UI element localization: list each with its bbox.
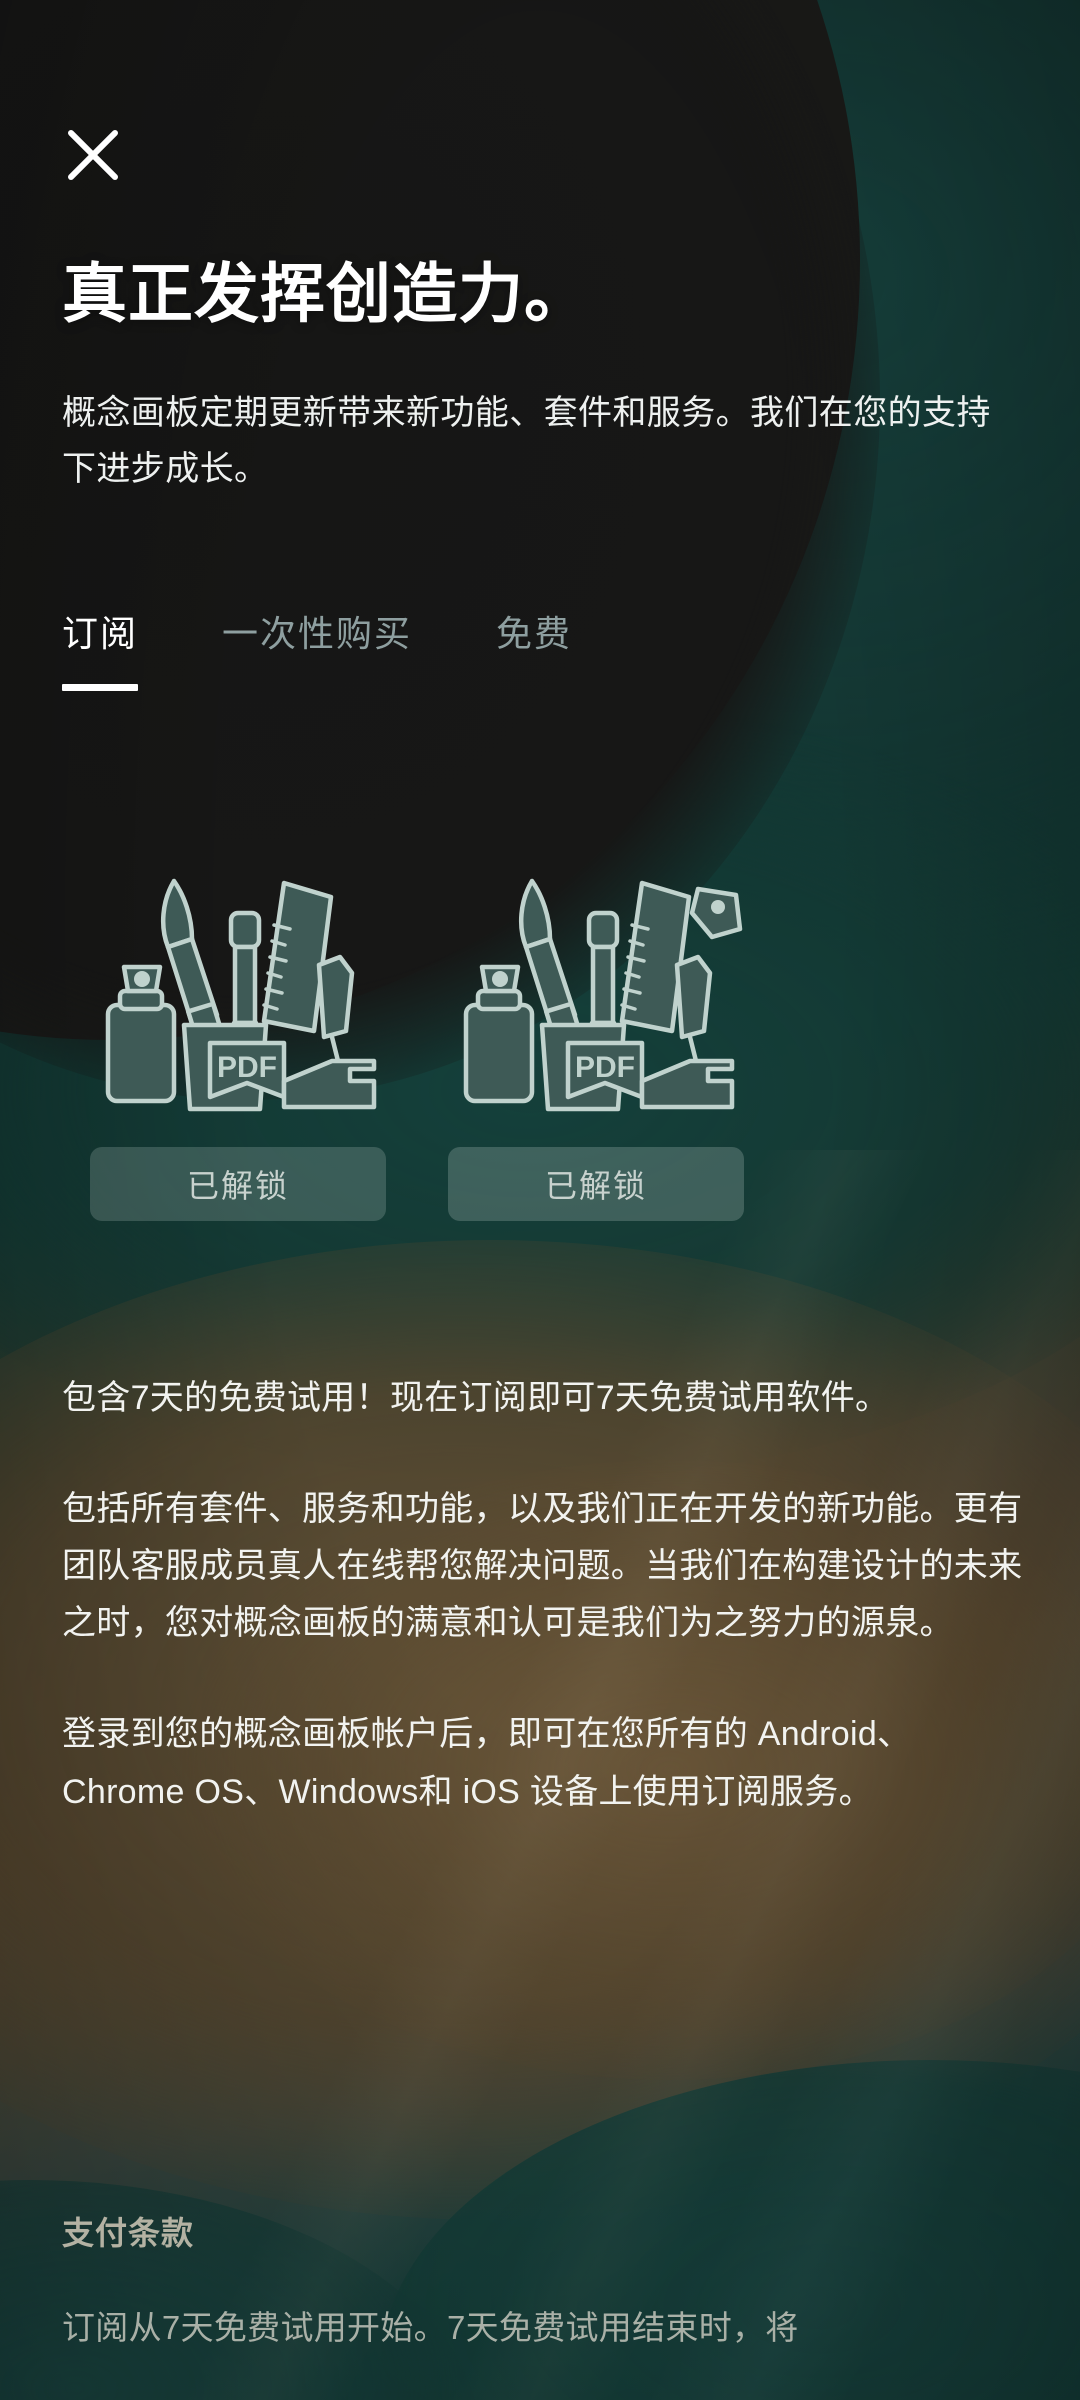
product-card[interactable]: PDF 已解锁 bbox=[88, 855, 388, 1221]
close-button[interactable] bbox=[56, 118, 130, 192]
product-card-list: PDF 已解锁 PDF 已解锁 bbox=[88, 855, 746, 1221]
tab-one-time-purchase[interactable]: 一次性购买 bbox=[222, 605, 412, 691]
page-title: 真正发挥创造力。 bbox=[62, 257, 591, 330]
payment-terms-text: 订阅从7天免费试用开始。7天免费试用结束时，将 bbox=[62, 2309, 799, 2346]
tab-subscription[interactable]: 订阅 bbox=[62, 605, 139, 691]
toolkit-with-tag-illustration: PDF bbox=[446, 855, 746, 1125]
description-paragraph-devices: 登录到您的概念画板帐户后，即可在您所有的 Android、Chrome OS、W… bbox=[62, 1715, 912, 1811]
product-card[interactable]: PDF 已解锁 bbox=[446, 855, 746, 1221]
tab-free[interactable]: 免费 bbox=[496, 605, 572, 691]
tab-free-label: 免费 bbox=[496, 613, 573, 654]
tab-subscription-label: 订阅 bbox=[62, 613, 139, 654]
unlock-status-button[interactable]: 已解锁 bbox=[90, 1147, 386, 1221]
unlock-status-button[interactable]: 已解锁 bbox=[448, 1147, 744, 1221]
description-paragraph-trial: 包含7天的免费试用！现在订阅即可7天免费试用软件。 bbox=[62, 1379, 890, 1417]
price-tag-icon bbox=[689, 886, 743, 940]
payment-terms-heading: 支付条款 bbox=[62, 2215, 195, 2251]
tab-active-underline bbox=[62, 684, 139, 691]
purchase-tabs: 订阅 一次性购买 免费 bbox=[62, 605, 1022, 691]
unlock-status-label: 已解锁 bbox=[544, 1168, 647, 1204]
close-icon bbox=[62, 124, 124, 186]
page-subtitle: 概念画板定期更新带来新功能、套件和服务。我们在您的支持下进步成长。 bbox=[62, 394, 991, 489]
toolkit-illustration: PDF bbox=[88, 855, 388, 1125]
tab-one-time-purchase-label: 一次性购买 bbox=[222, 613, 413, 654]
svg-text:PDF: PDF bbox=[217, 1051, 277, 1084]
unlock-status-label: 已解锁 bbox=[186, 1168, 289, 1204]
svg-text:PDF: PDF bbox=[575, 1051, 635, 1084]
description-section: 包含7天的免费试用！现在订阅即可7天免费试用软件。 包括所有套件、服务和功能，以… bbox=[62, 1370, 1028, 1821]
description-paragraph-features: 包括所有套件、服务和功能，以及我们正在开发的新功能。更有团队客服成员真人在线帮您… bbox=[62, 1490, 1023, 1643]
purchase-screen: 真正发挥创造力。 概念画板定期更新带来新功能、套件和服务。我们在您的支持下进步成… bbox=[0, 0, 1080, 2400]
